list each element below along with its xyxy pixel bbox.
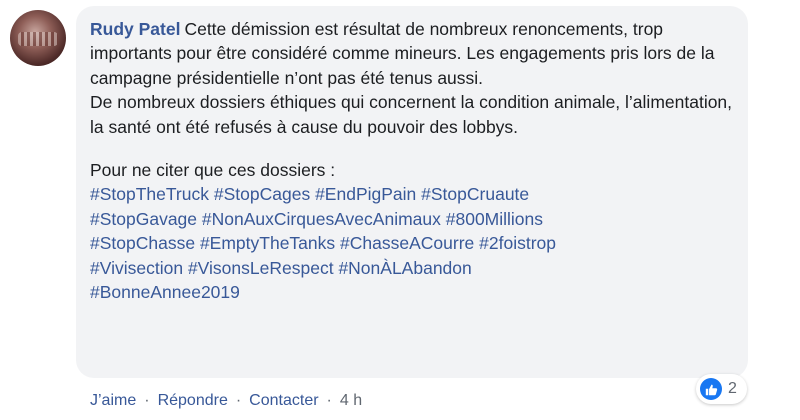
contact-link[interactable]: Contacter	[249, 392, 318, 410]
hashtag-link[interactable]: #StopGavage	[90, 209, 197, 229]
separator: ·	[144, 392, 150, 409]
comment-text-1: Cette démission est résultat de nombreux…	[90, 19, 715, 88]
hashtag-link[interactable]: #StopChasse	[90, 233, 195, 253]
hashtag-link[interactable]: #EmptyTheTanks	[200, 233, 335, 253]
reaction-summary[interactable]: 2	[696, 374, 747, 404]
hashtag-line-3: #StopChasse #EmptyTheTanks #ChasseACourr…	[90, 231, 734, 255]
hashtag-link[interactable]: #StopCages	[214, 184, 310, 204]
hashtag-link[interactable]: #Vivisection	[90, 258, 183, 278]
timestamp[interactable]: 4 h	[340, 392, 362, 410]
hashtag-link[interactable]: #800Millions	[446, 209, 543, 229]
hashtag-link[interactable]: #VisonsLeRespect	[188, 258, 334, 278]
comment-paragraph-2: De nombreux dossiers éthiques qui concer…	[90, 92, 733, 137]
hashtag-line-5: #BonneAnnee2019	[90, 280, 734, 304]
hashtag-link[interactable]: #2foistrop	[479, 233, 556, 253]
hashtag-line-2: #StopGavage #NonAuxCirquesAvecAnimaux #8…	[90, 207, 734, 231]
avatar[interactable]	[10, 10, 66, 66]
hashtag-link[interactable]: #StopTheTruck	[90, 184, 209, 204]
reaction-count: 2	[728, 380, 737, 397]
hashtag-link[interactable]: #EndPigPain	[315, 184, 416, 204]
hashtag-link[interactable]: #NonÀLAbandon	[338, 258, 471, 278]
separator: ·	[235, 392, 242, 409]
hashtag-link[interactable]: #BonneAnnee2019	[90, 282, 240, 302]
comment-paragraph-1: Rudy Patel Cette démission est résultat d…	[90, 17, 734, 90]
like-icon	[700, 378, 722, 400]
comment-author[interactable]: Rudy Patel	[90, 19, 180, 39]
comment-actions: J’aime · Répondre · Contacter · 4 h	[90, 392, 362, 410]
reply-link[interactable]: Répondre	[158, 392, 228, 410]
hashtag-link[interactable]: #ChasseACourre	[340, 233, 474, 253]
hashtag-link[interactable]: #NonAuxCirquesAvecAnimaux	[202, 209, 441, 229]
hashtag-line-4: #Vivisection #VisonsLeRespect #NonÀLAban…	[90, 256, 734, 280]
comment-intro: Pour ne citer que ces dossiers :	[90, 160, 336, 181]
hashtag-link[interactable]: #StopCruaute	[421, 184, 529, 204]
comment-bubble: Rudy Patel Cette démission est résultat d…	[76, 6, 748, 378]
like-link[interactable]: J’aime	[90, 392, 136, 410]
hashtag-line-1: #StopTheTruck #StopCages #EndPigPain #St…	[90, 182, 734, 206]
separator: ·	[326, 392, 332, 409]
